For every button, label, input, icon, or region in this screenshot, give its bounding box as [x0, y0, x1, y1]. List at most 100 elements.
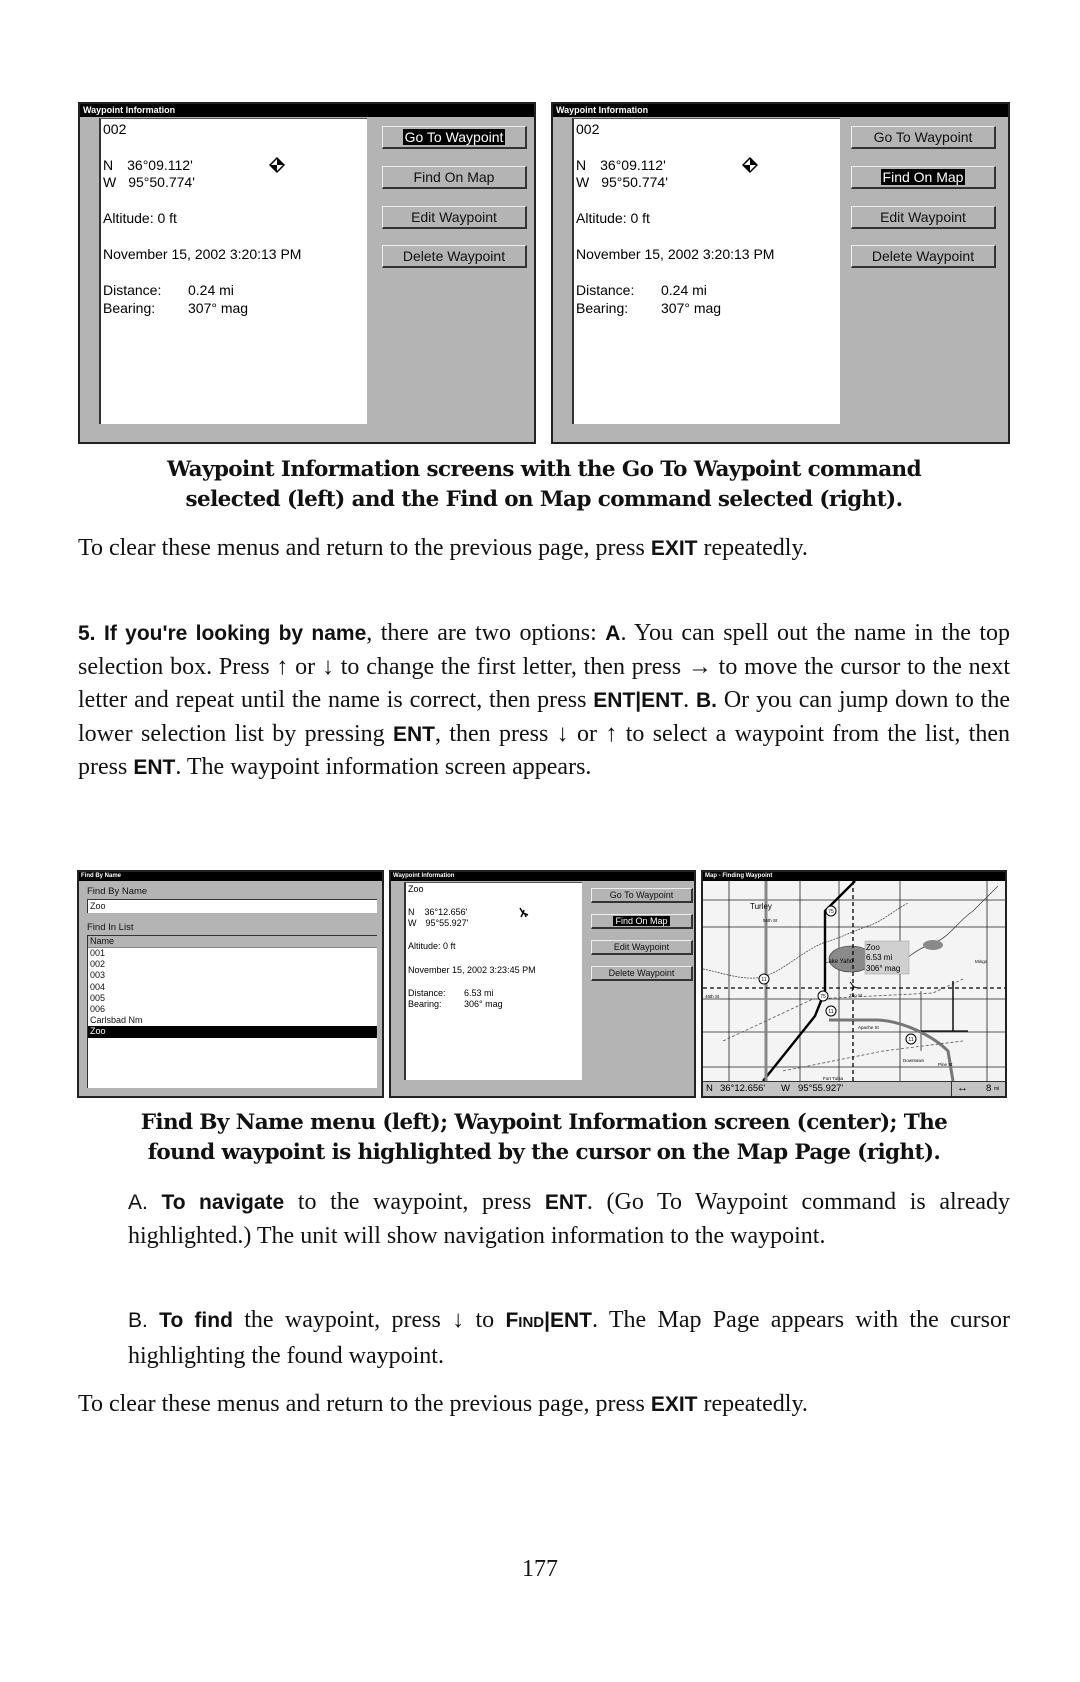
- waypoint-name: 002: [576, 121, 600, 137]
- key-ent: ENT: [544, 1191, 587, 1214]
- key-ent: ENT: [393, 722, 435, 746]
- svg-text:11: 11: [761, 977, 766, 983]
- key-ent: ENT: [133, 756, 176, 780]
- find-on-map-button[interactable]: Find On Map: [591, 914, 693, 929]
- diamond-waypoint-icon: [268, 156, 286, 176]
- longitude: 95°50.774': [128, 174, 195, 190]
- list-item[interactable]: 005: [88, 993, 377, 1004]
- map-canvas[interactable]: 75 11 75 11 11 Turley 56th St Lake Yaho …: [703, 880, 1005, 1082]
- distance-value: 0.24 mi: [188, 282, 234, 298]
- find-on-map-button[interactable]: Find On Map: [382, 166, 527, 189]
- delete-waypoint-button[interactable]: Delete Waypoint: [591, 966, 693, 981]
- status-lat-label: N: [706, 1083, 713, 1094]
- status-longitude: 95°55.927': [798, 1083, 844, 1094]
- popup-name: Zoo: [866, 943, 880, 952]
- lat-label: N: [576, 157, 587, 173]
- go-to-waypoint-button[interactable]: Go To Waypoint: [591, 888, 693, 903]
- list-item[interactable]: 004: [88, 982, 377, 993]
- status-latitude: 36°12.656': [720, 1083, 766, 1094]
- animal-waypoint-icon: [518, 907, 530, 921]
- waypoint-list[interactable]: Name 001 002 003 004 005 006 Carlsbad Nm…: [87, 935, 377, 1088]
- distance-value: 0.24 mi: [661, 282, 707, 298]
- zoom-unit: mi: [994, 1086, 1000, 1092]
- lon-label: W: [103, 174, 117, 190]
- altitude: Altitude: 0 ft: [103, 210, 177, 226]
- key-exit: EXIT: [650, 1393, 698, 1416]
- map-label-street: 46th St: [705, 994, 720, 999]
- list-item[interactable]: Carlsbad Nm: [88, 1015, 377, 1026]
- find-by-name-label: Find By Name: [87, 886, 148, 897]
- list-item[interactable]: 003: [88, 970, 377, 981]
- waypoint-info-box: Zoo N 36°12.656' W 95°55.927' Altitude: 0 …: [404, 882, 582, 1080]
- map-label-street: Zoo St: [849, 993, 863, 998]
- map-label-street: 56th St: [763, 918, 778, 923]
- down-arrow-icon: ↓: [556, 720, 569, 747]
- sub-step-b: B. To find the waypoint, press ↓ to FIND…: [128, 1307, 1011, 1369]
- list-item-selected[interactable]: Zoo: [88, 1026, 377, 1038]
- screen-title: Find By Name: [79, 872, 382, 881]
- date-time: November 15, 2002 3:23:45 PM: [408, 965, 536, 975]
- key-ent-ent: ENT|ENT: [593, 689, 684, 713]
- distance-label: Distance:: [576, 282, 635, 298]
- waypoint-info-screen-left: Waypoint Information 002 N 36°09.112' W 95…: [78, 102, 536, 444]
- bearing-value: 306° mag: [464, 999, 503, 1009]
- svg-text:11: 11: [908, 1037, 913, 1043]
- lon-label: W: [576, 174, 590, 190]
- highway-75: [762, 880, 856, 1082]
- longitude: 95°55.927': [425, 918, 469, 928]
- map-page-screen: Map - Finding Waypoint 75 11 75 11 11 Tu…: [701, 870, 1007, 1098]
- map-label-street: Apache St: [858, 1025, 880, 1030]
- list-item[interactable]: 001: [88, 948, 377, 959]
- list-item[interactable]: 002: [88, 959, 377, 970]
- screen-title: Map - Finding Waypoint: [703, 872, 1005, 881]
- zoom-value: 8: [986, 1083, 992, 1094]
- edit-waypoint-button[interactable]: Edit Waypoint: [851, 206, 996, 229]
- bearing-value: 307° mag: [188, 300, 249, 316]
- map-label-town: Turley: [750, 902, 772, 911]
- figure-caption-2: Find By Name menu (left); Waypoint Infor…: [140, 1110, 948, 1165]
- map-drawing: 75 11 75 11 11 Turley 56th St Lake Yaho …: [703, 880, 1005, 1082]
- svg-text:11: 11: [828, 1009, 833, 1015]
- delete-waypoint-button[interactable]: Delete Waypoint: [851, 245, 996, 268]
- figure-caption-1: Waypoint Information screens with the Go…: [166, 457, 922, 512]
- bearing-label: Bearing:: [576, 300, 629, 316]
- distance-value: 6.53 mi: [464, 988, 494, 998]
- delete-waypoint-button[interactable]: Delete Waypoint: [382, 245, 527, 268]
- list-item[interactable]: 006: [88, 1004, 377, 1015]
- edit-waypoint-button[interactable]: Edit Waypoint: [591, 940, 693, 955]
- waypoint-name: Zoo: [408, 884, 424, 894]
- go-to-waypoint-button[interactable]: Go To Waypoint: [851, 126, 996, 149]
- map-label-lake: Lake Yaho: [825, 959, 854, 965]
- latitude: 36°09.112': [127, 157, 193, 173]
- status-lon-label: W: [781, 1083, 790, 1094]
- diamond-waypoint-icon: [741, 156, 759, 176]
- paragraph-clear-menus-2: To clear these menus and return to the p…: [78, 1391, 808, 1417]
- sub-step-a: A. To navigate to the waypoint, press EN…: [128, 1189, 1010, 1249]
- distance-label: Distance:: [103, 282, 162, 298]
- edit-waypoint-button[interactable]: Edit Waypoint: [382, 206, 527, 229]
- map-label-street: Mingo: [975, 959, 988, 964]
- step-5-paragraph: 5. If you're looking by name, there are …: [78, 620, 1011, 781]
- map-label-street: Pine St: [938, 1062, 953, 1067]
- right-arrow-icon: →: [687, 653, 712, 680]
- name-search-input[interactable]: Zoo: [87, 899, 377, 913]
- popup-distance: 6.53 mi: [866, 953, 892, 962]
- key-find-ent: FIND|ENT: [505, 1309, 593, 1332]
- waypoint-info-box: 002 N 36°09.112' W 95°50.774' Altitude: 0 …: [572, 118, 840, 424]
- screen-title: Waypoint Information: [553, 104, 1008, 117]
- map-status-bar: N 36°12.656' W 95°55.927' ↔ 8 mi: [703, 1081, 1005, 1096]
- altitude: Altitude: 0 ft: [408, 941, 456, 951]
- bearing-label: Bearing:: [103, 300, 156, 316]
- find-on-map-button[interactable]: Find On Map: [851, 166, 996, 189]
- latitude: 36°09.112': [600, 157, 666, 173]
- go-to-waypoint-button[interactable]: Go To Waypoint: [382, 126, 527, 149]
- map-label-place: Downtown: [903, 1058, 925, 1063]
- waypoint-info-screen-right: Waypoint Information 002 N 36°09.112' W 95…: [551, 102, 1010, 444]
- key-exit: EXIT: [650, 537, 698, 560]
- up-arrow-icon: ↑: [276, 653, 289, 680]
- down-arrow-icon: ↓: [321, 653, 334, 680]
- latitude: 36°12.656': [424, 907, 468, 917]
- bearing-label: Bearing:: [408, 999, 442, 1009]
- date-time: November 15, 2002 3:20:13 PM: [576, 246, 775, 262]
- zoo-waypoint-icon: [849, 981, 859, 992]
